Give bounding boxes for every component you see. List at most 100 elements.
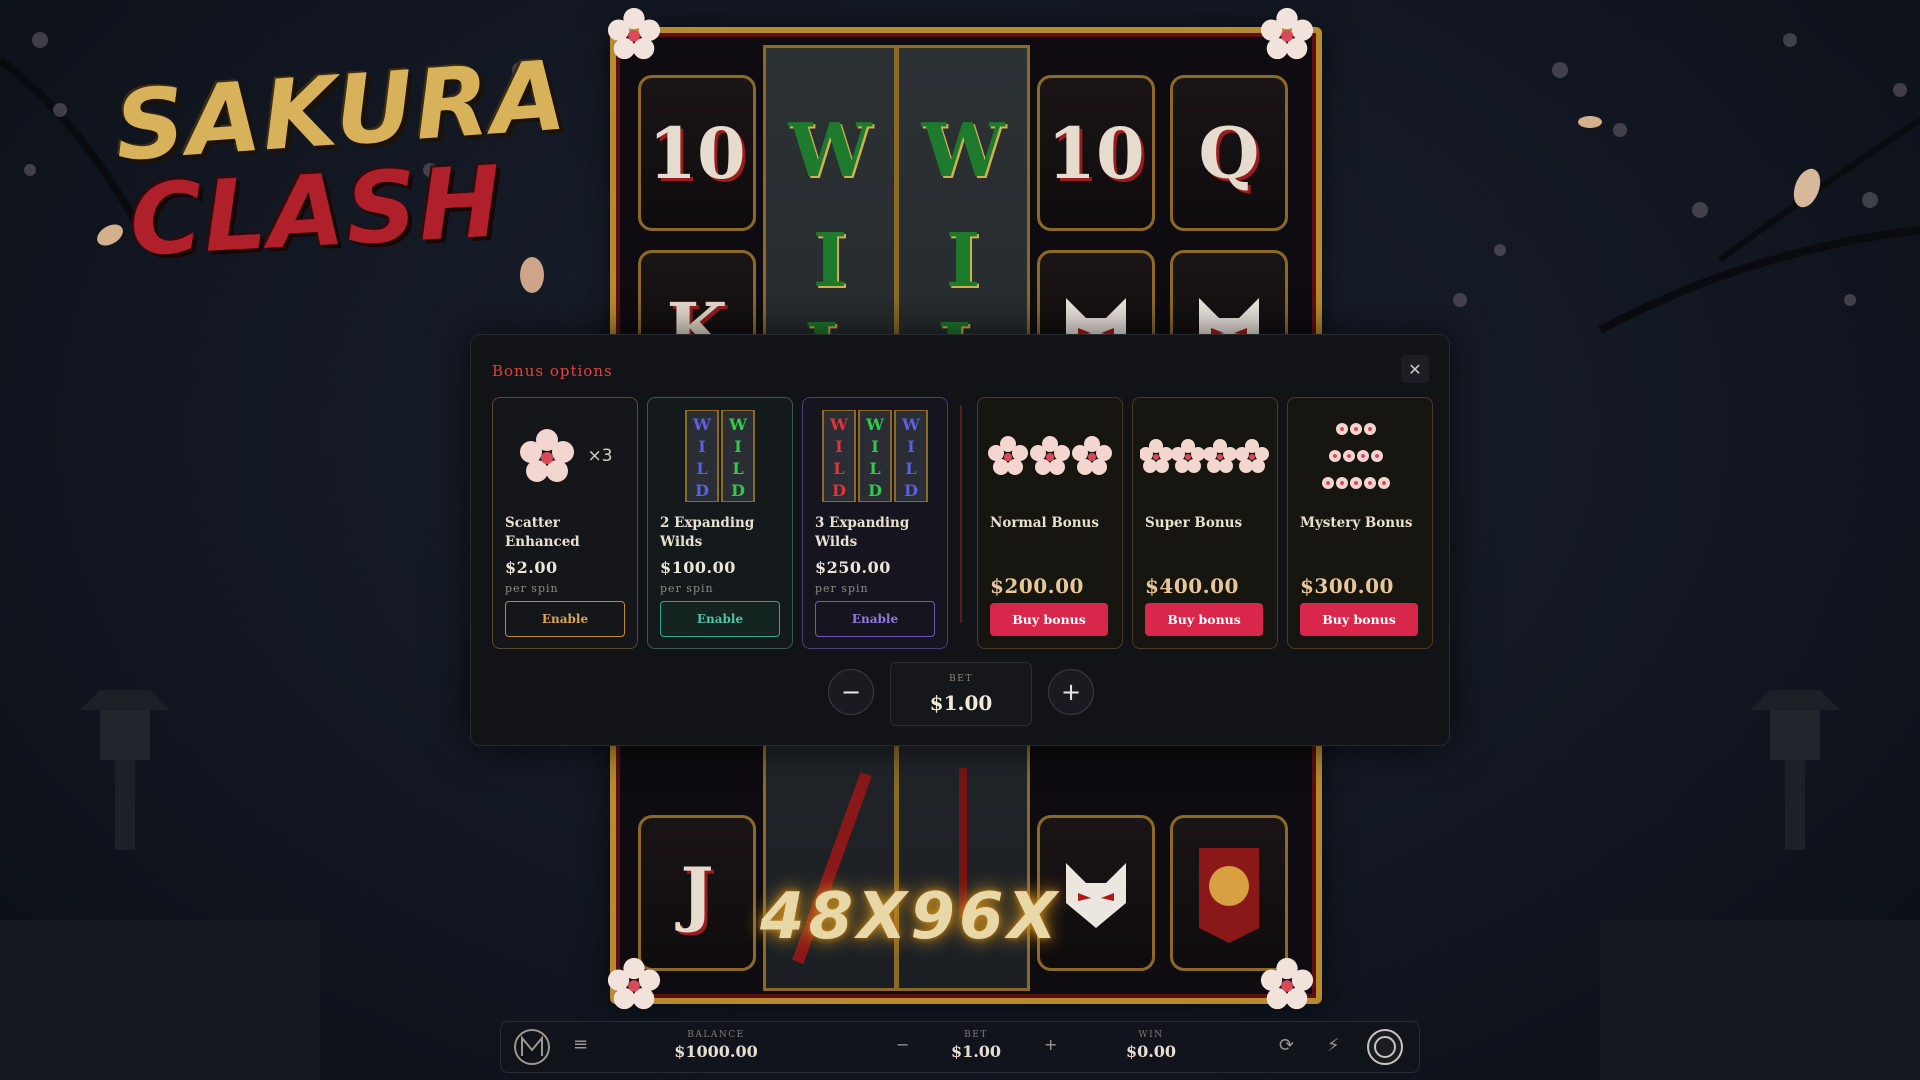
bonus-options-modal: Bonus options ✕ ×3 Scatter Enhanced $2.0… — [470, 334, 1450, 746]
symbol-queen: Q — [1170, 75, 1288, 231]
wild-letter-i: I — [945, 218, 981, 304]
logo-line-2: CLASH — [127, 145, 506, 279]
stone-lantern-left — [80, 690, 170, 850]
card-price: $2.00 — [505, 558, 558, 577]
svg-text:L: L — [696, 459, 707, 478]
symbol-ten: 10 — [1037, 75, 1155, 231]
spin-button[interactable] — [1366, 1028, 1404, 1066]
bonus-card-normal-bonus: Normal Bonus $200.00 Buy bonus — [977, 397, 1123, 649]
wild-reels-icon: WILD WILD WILD — [822, 410, 928, 502]
svg-text:W: W — [692, 415, 712, 434]
banner-icon — [1170, 815, 1288, 971]
card-art — [1288, 416, 1432, 496]
card-art — [978, 416, 1122, 496]
card-price: $100.00 — [660, 558, 736, 577]
card-name: Mystery Bonus — [1300, 515, 1413, 531]
bet-increase-button[interactable]: + — [1044, 1035, 1057, 1054]
sakura-flower-icon — [607, 7, 661, 60]
win-value: $0.00 — [1125, 1042, 1177, 1061]
svg-text:I: I — [907, 437, 914, 456]
bet-selector: − BET $1.00 + — [471, 662, 1449, 728]
turbo-button[interactable]: ⚡ — [1327, 1035, 1340, 1056]
bonus-card-2-expanding-wilds: WILD WILD 2 Expanding Wilds $100.00 per … — [647, 397, 793, 649]
card-art: WILD WILD — [648, 410, 792, 502]
card-art: ×3 — [493, 416, 637, 496]
svg-text:D: D — [731, 481, 745, 500]
sakura-flower-icon — [1260, 7, 1314, 60]
svg-text:L: L — [869, 459, 880, 478]
menu-button[interactable]: ≡ — [573, 1034, 588, 1055]
menu-icon: ≡ — [573, 1034, 589, 1055]
svg-text:D: D — [832, 481, 846, 500]
increase-bet-button[interactable]: + — [1048, 669, 1094, 715]
symbol-ten: 10 — [638, 75, 756, 231]
bet-label: BET — [949, 674, 973, 684]
sakura-flower-icon — [520, 429, 575, 482]
svg-text:L: L — [905, 459, 916, 478]
bet-decrease-button[interactable]: − — [896, 1035, 909, 1054]
three-scatter-icon — [988, 436, 1112, 475]
card-per-spin: per spin — [660, 582, 714, 595]
svg-text:W: W — [728, 415, 748, 434]
balance-label: BALANCE — [687, 1030, 745, 1040]
bet-display: BET $1.00 — [890, 662, 1032, 726]
card-price: $300.00 — [1300, 574, 1394, 598]
card-per-spin: per spin — [815, 582, 869, 595]
bonus-card-mystery-bonus: Mystery Bonus $300.00 Buy bonus — [1287, 397, 1433, 649]
card-price: $200.00 — [990, 574, 1084, 598]
card-art: WILD WILD WILD — [803, 410, 947, 502]
svg-text:D: D — [904, 481, 918, 500]
buy-bonus-button[interactable]: Buy bonus — [1300, 603, 1418, 636]
wild-letter-i: I — [812, 218, 848, 304]
modal-title: Bonus options — [492, 362, 613, 380]
lightning-icon: ⚡ — [1327, 1035, 1340, 1056]
provider-logo-icon — [514, 1029, 550, 1065]
enable-button[interactable]: Enable — [815, 601, 935, 637]
buy-bonus-button[interactable]: Buy bonus — [1145, 603, 1263, 636]
close-button[interactable]: ✕ — [1401, 355, 1429, 383]
svg-text:D: D — [868, 481, 882, 500]
svg-text:I: I — [835, 437, 842, 456]
card-price: $400.00 — [1145, 574, 1239, 598]
card-per-spin: per spin — [505, 582, 559, 595]
svg-text:W: W — [865, 415, 885, 434]
decrease-bet-button[interactable]: − — [828, 669, 874, 715]
svg-text:I: I — [734, 437, 741, 456]
symbol-jack: J — [638, 815, 756, 971]
bonus-card-3-expanding-wilds: WILD WILD WILD 3 Expanding Wilds $250.00… — [802, 397, 948, 649]
multiplier-display: 48X96X — [760, 880, 1061, 954]
four-scatter-icon — [1140, 439, 1269, 473]
buy-bonus-button[interactable]: Buy bonus — [990, 603, 1108, 636]
card-price: $250.00 — [815, 558, 891, 577]
card-art — [1133, 416, 1277, 496]
close-icon: ✕ — [1408, 359, 1422, 379]
svg-text:W: W — [901, 415, 921, 434]
svg-text:L: L — [833, 459, 844, 478]
wild-letter-w: W — [921, 108, 1005, 194]
card-name: Normal Bonus — [990, 515, 1099, 531]
enable-button[interactable]: Enable — [505, 601, 625, 637]
card-name: 2 Expanding Wilds — [660, 515, 755, 550]
game-logo: SAKURA CLASH — [95, 39, 571, 280]
bonus-card-super-bonus: Super Bonus $400.00 Buy bonus — [1132, 397, 1278, 649]
sakura-flower-icon — [607, 957, 661, 1010]
win-display: WIN $0.00 — [1101, 1030, 1201, 1061]
autoplay-icon: ⟳ — [1279, 1035, 1295, 1056]
scatter-pyramid-icon — [1322, 423, 1390, 489]
svg-text:L: L — [732, 459, 743, 478]
bonus-card-scatter-enhanced: ×3 Scatter Enhanced $2.00 per spin Enabl… — [492, 397, 638, 649]
wild-letter-w: W — [788, 108, 872, 194]
balance-value: $1000.00 — [674, 1042, 758, 1061]
balance-display: BALANCE $1000.00 — [651, 1030, 781, 1061]
autoplay-button[interactable]: ⟳ — [1279, 1035, 1294, 1056]
bottom-control-bar: ≡ BALANCE $1000.00 − BET $1.00 + WIN $0.… — [500, 1021, 1420, 1073]
bet-value: $1.00 — [929, 691, 993, 715]
svg-text:D: D — [695, 481, 709, 500]
card-name: 3 Expanding Wilds — [815, 515, 910, 550]
enable-button[interactable]: Enable — [660, 601, 780, 637]
wild-reels-icon: WILD WILD — [685, 410, 755, 502]
svg-text:I: I — [698, 437, 705, 456]
card-name: Super Bonus — [1145, 515, 1243, 531]
card-name: Scatter Enhanced — [505, 515, 580, 550]
stone-lantern-right — [1750, 690, 1840, 850]
